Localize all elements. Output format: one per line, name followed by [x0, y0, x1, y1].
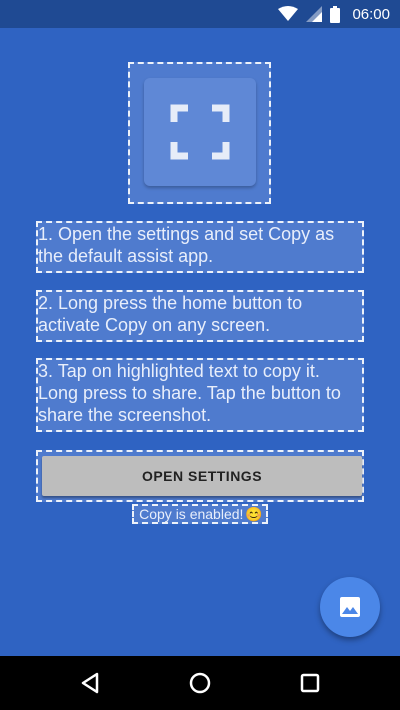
instruction-step-3[interactable]: 3. Tap on highlighted text to copy it. L… [36, 358, 364, 432]
copy-status-text: Copy is enabled! [139, 506, 244, 522]
status-icons: 06:00 [278, 4, 390, 24]
smile-emoji-icon: 😊 [245, 506, 263, 522]
share-screenshot-fab[interactable] [320, 577, 380, 637]
home-button[interactable] [180, 666, 220, 700]
open-settings-selection[interactable]: OPEN SETTINGS [36, 450, 364, 502]
navigation-bar [0, 656, 400, 710]
open-settings-button[interactable]: OPEN SETTINGS [42, 456, 362, 496]
wifi-icon [278, 6, 299, 21]
cellular-signal-icon [306, 6, 323, 22]
instruction-step-1[interactable]: 1. Open the settings and set Copy as the… [36, 221, 364, 273]
back-button[interactable] [70, 666, 110, 700]
back-icon [81, 672, 99, 694]
status-bar: 06:00 [0, 0, 400, 28]
step-1-text: 1. Open the settings and set Copy as the… [38, 224, 335, 266]
app-icon [144, 78, 256, 186]
recents-icon [300, 673, 320, 693]
instruction-step-2[interactable]: 2. Long press the home button to activat… [36, 290, 364, 342]
status-time: 06:00 [352, 5, 390, 23]
main-screen: 1. Open the settings and set Copy as the… [0, 28, 400, 656]
image-icon [340, 597, 360, 617]
app-icon-selection[interactable] [128, 62, 271, 204]
copy-status-selection[interactable]: Copy is enabled! 😊 [132, 504, 268, 524]
step-2-text: 2. Long press the home button to activat… [38, 293, 303, 335]
fullscreen-corners-icon [170, 104, 230, 160]
step-3-text: 3. Tap on highlighted text to copy it. L… [38, 361, 341, 425]
home-icon [189, 672, 211, 694]
battery-icon [330, 5, 341, 23]
recents-button[interactable] [290, 666, 330, 700]
